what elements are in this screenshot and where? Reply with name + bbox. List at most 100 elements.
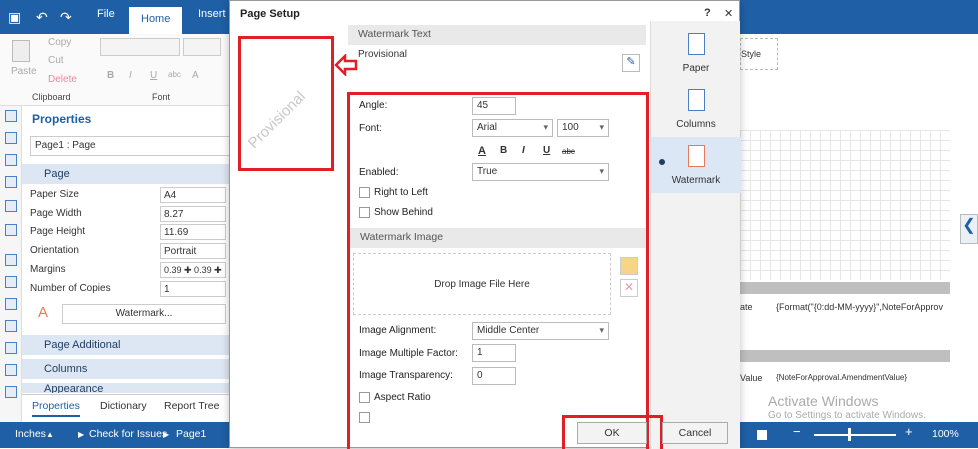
prop-page-width[interactable]: 8.27 [160,206,226,222]
prop-label: Page Height [30,226,86,237]
font-name-select[interactable]: Arial [472,119,553,137]
check-issues-icon: ▶ [78,430,85,439]
selection-combo[interactable]: Page1 : Page [30,136,230,156]
zoom-in-icon[interactable]: + [905,424,913,439]
toolbox-item-icon[interactable] [5,298,17,310]
side-item-label: Watermark [671,175,721,186]
toolbox-item-icon[interactable] [5,320,17,332]
prop-paper-size[interactable]: A4 [160,187,226,203]
toolbox-item-icon[interactable] [5,154,17,166]
activate-windows-subtitle: Go to Settings to activate Windows. [768,410,926,421]
prop-label: Paper Size [30,189,79,200]
tab-dictionary[interactable]: Dictionary [100,400,147,412]
delete-button[interactable]: Delete [48,74,77,85]
zoom-out-icon[interactable]: − [793,424,801,439]
edit-pencil-icon[interactable]: ✎ [622,54,640,72]
image-drop-zone[interactable]: Drop Image File Here [353,253,611,315]
section-page-additional[interactable]: Page Additional [22,335,230,355]
transparency-input[interactable]: 0 [472,367,516,385]
toolbox-item-icon[interactable] [5,386,17,398]
font-color-button[interactable]: A [192,70,199,81]
remove-image-icon[interactable]: ✕ [620,279,638,297]
units-selector[interactable]: Inches [15,428,46,440]
show-behind-checkbox[interactable] [359,207,370,218]
tab-file[interactable]: File [97,8,115,20]
tab-report-tree[interactable]: Report Tree [164,400,219,412]
current-page[interactable]: Page1 [176,428,206,440]
italic-button[interactable]: I [129,70,132,81]
copy-button[interactable]: Copy [48,37,71,48]
prop-orientation[interactable]: Portrait [160,243,226,259]
right-to-left-checkbox[interactable] [359,187,370,198]
font-name-combo[interactable] [100,38,180,56]
amendment-expression[interactable]: {NoteForApproval.AmendmentValue} [776,373,907,382]
toolbox-item-icon[interactable] [5,224,17,236]
toolbox-item-icon[interactable] [5,276,17,288]
toolbox-item-icon[interactable] [5,176,17,188]
prop-copies[interactable]: 1 [160,281,226,297]
multiple-factor-input[interactable]: 1 [472,344,516,362]
prop-margins[interactable]: 0.39 ✚ 0.39 ✚ [160,262,226,278]
side-item-columns[interactable]: Columns [651,81,741,137]
bold-button[interactable]: B [107,70,114,81]
toolbox-item-icon[interactable] [5,200,17,212]
toolbox-item-icon[interactable] [5,132,17,144]
section-appearance[interactable]: Appearance [22,383,230,393]
aspect-ratio-checkbox[interactable] [359,392,370,403]
enabled-select[interactable]: True [472,163,609,181]
side-item-paper[interactable]: Paper [651,25,741,81]
open-folder-icon[interactable] [620,257,638,275]
watermark-text-value[interactable]: Provisional [358,49,407,60]
tab-properties[interactable]: Properties [32,400,80,417]
canvas-band [740,282,950,294]
prop-page-height[interactable]: 11.69 [160,224,226,240]
save-icon[interactable]: ▣ [8,9,21,26]
angle-input[interactable]: 45 [472,97,516,115]
view-mode-icon[interactable] [757,430,767,440]
enabled-label: Enabled: [359,167,399,178]
paste-icon[interactable] [12,40,30,62]
italic-button[interactable]: I [522,145,525,156]
side-item-watermark[interactable]: Watermark [651,137,741,193]
section-page[interactable]: Page [22,164,230,184]
properties-title: Properties [32,112,92,126]
tab-insert[interactable]: Insert [198,8,226,20]
font-size-select[interactable]: 100 [557,119,609,137]
help-icon[interactable]: ? [704,7,711,19]
zoom-slider[interactable] [814,434,896,436]
font-caption: Font [152,92,171,102]
paste-button[interactable]: Paste [11,66,37,77]
cancel-button[interactable]: Cancel [662,422,728,444]
cut-button[interactable]: Cut [48,55,64,66]
stretch-checkbox[interactable] [359,412,370,423]
collapse-panel-icon[interactable]: ❮ [960,214,978,244]
prop-label: Page Width [30,208,82,219]
style-box[interactable]: Style [740,38,778,70]
toolbox-item-icon[interactable] [5,254,17,266]
close-icon[interactable]: ✕ [724,7,733,20]
bold-button[interactable]: B [500,145,507,156]
section-label: Appearance [44,383,104,393]
format-expression[interactable]: {Format("{0:dd-MM-yyyy}",NoteForApprov [776,302,943,312]
underline-button[interactable]: U [150,70,157,81]
watermark-text-header: Watermark Text [348,25,646,45]
undo-icon[interactable]: ↶ [36,9,48,26]
tab-home[interactable]: Home [129,7,183,34]
font-color-button[interactable]: A [478,145,486,157]
toolbox-item-icon[interactable] [5,364,17,376]
image-alignment-select[interactable]: Middle Center [472,322,609,340]
underline-button[interactable]: U [543,145,550,156]
font-size-combo[interactable] [183,38,221,56]
toolbox-item-icon[interactable] [5,342,17,354]
arrow-left-icon [334,54,358,76]
section-columns[interactable]: Columns [22,359,230,379]
strikethrough-button[interactable]: abc [562,147,575,156]
redo-icon[interactable]: ↷ [60,9,72,26]
ok-button[interactable]: OK [577,422,647,444]
strikethrough-button[interactable]: abc [168,70,181,79]
watermark-button[interactable]: Watermark... [62,304,226,324]
toolbox-item-icon[interactable] [5,110,17,122]
zoom-slider-thumb[interactable] [848,428,851,441]
check-issues-button[interactable]: Check for Issues [89,428,167,440]
units-dropdown-icon[interactable]: ▲ [46,430,54,439]
